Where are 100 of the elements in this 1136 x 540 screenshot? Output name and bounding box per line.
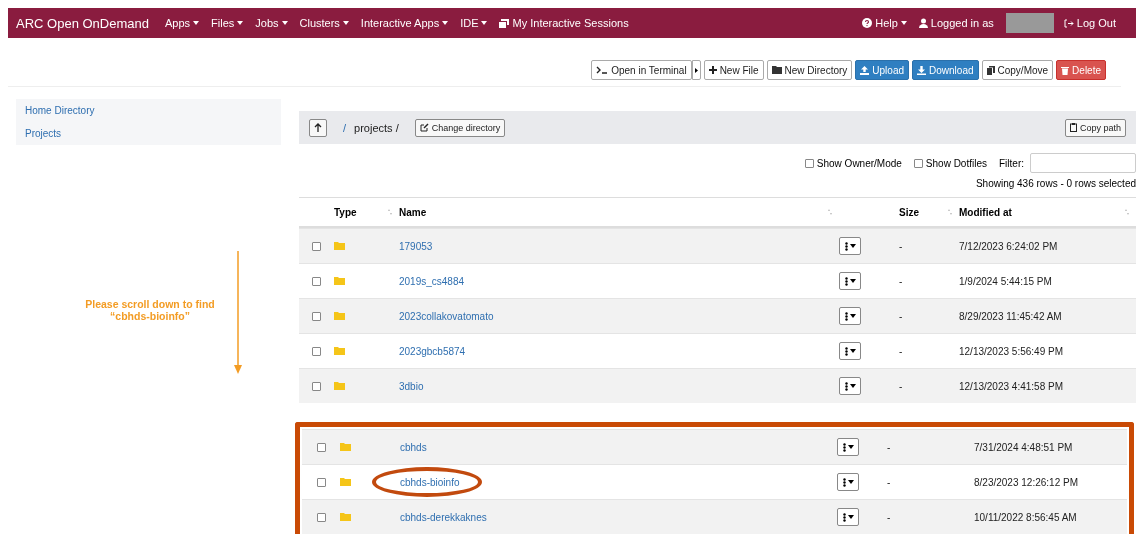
table-row[interactable]: 179053 - 7/12/2023 6:24:02 PM — [299, 228, 1136, 263]
nav-menu[interactable]: Jobs — [255, 17, 288, 29]
toolbar-button[interactable]: Download — [912, 60, 979, 80]
toolbar-button[interactable]: Delete — [1056, 60, 1106, 80]
modified-cell-text: 1/9/2024 5:44:15 PM — [959, 275, 1053, 287]
copy-path-button[interactable]: Copy path — [1064, 118, 1126, 137]
help-icon — [862, 18, 873, 28]
edit-icon — [419, 123, 429, 132]
table-row[interactable]: cbhds-derekkaknes - 10/11/2022 8:56:45 AM — [302, 499, 1127, 534]
actions-button[interactable] — [839, 272, 861, 290]
size-cell-text: - — [887, 511, 892, 523]
up-button[interactable] — [309, 118, 327, 137]
sidebar-link[interactable]: Projects — [16, 122, 281, 145]
brand-link[interactable]: ARC Open OnDemand — [16, 15, 149, 31]
column-header[interactable]: Name — [399, 206, 839, 218]
windows-icon — [499, 18, 510, 28]
rows-summary: Showing 436 rows - 0 rows selected — [299, 178, 1136, 198]
actions-button[interactable] — [839, 307, 861, 325]
kebab-icon — [844, 276, 848, 286]
nav-menu[interactable]: Interactive Apps — [360, 17, 449, 29]
kebab-icon — [842, 512, 846, 522]
actions-button[interactable] — [837, 438, 859, 456]
caret-icon — [193, 21, 200, 25]
filter-field[interactable] — [1030, 153, 1136, 173]
path-text: projects / — [354, 121, 399, 134]
folder-icon — [334, 312, 345, 320]
dropdown-toggle[interactable] — [691, 60, 701, 80]
folder-link[interactable]: 3dbio — [399, 380, 424, 392]
actions-button[interactable] — [839, 237, 861, 255]
copy-icon — [986, 65, 995, 75]
folder-link[interactable]: cbhds — [400, 441, 427, 453]
nav-menu[interactable]: Files — [211, 17, 244, 29]
redacted-username — [1005, 13, 1054, 33]
table-row[interactable]: cbhds-bioinfo - 8/23/2023 12:26:12 PM — [302, 464, 1127, 499]
toolbar-button[interactable]: Open in Terminal — [591, 60, 692, 80]
folder-link[interactable]: 2023collakovatomato — [399, 310, 494, 322]
caret-icon — [847, 480, 854, 484]
actions-button[interactable] — [839, 377, 861, 395]
actions-button[interactable] — [837, 473, 859, 491]
row-checkbox[interactable] — [312, 311, 321, 321]
column-header[interactable]: Type — [334, 206, 399, 218]
kebab-icon — [842, 477, 846, 487]
folder-link[interactable]: 2023gbcb5874 — [399, 345, 466, 357]
folder-link[interactable]: cbhds-bioinfo — [400, 476, 460, 488]
path-root-link[interactable]: / — [343, 121, 347, 134]
size-cell-text: - — [899, 380, 904, 392]
caret-icon — [849, 314, 856, 318]
kebab-icon — [842, 442, 846, 452]
row-checkbox[interactable] — [312, 276, 321, 286]
terminal-icon — [596, 66, 609, 74]
size-cell-text: - — [887, 441, 892, 453]
sidebar-link[interactable]: Home Directory — [16, 99, 281, 122]
modified-cell-text: 12/13/2023 5:56:49 PM — [959, 345, 1064, 357]
change-directory-button[interactable]: Change directory — [414, 118, 506, 137]
plus-icon — [708, 66, 717, 74]
option-checkbox[interactable]: Show Dotfiles — [913, 157, 987, 169]
actions-button[interactable] — [839, 342, 861, 360]
table-row[interactable]: cbhds - 7/31/2024 4:48:51 PM — [302, 429, 1127, 464]
size-cell-text: - — [887, 476, 892, 488]
nav-menu[interactable]: My Interactive Sessions — [499, 17, 629, 29]
row-checkbox[interactable] — [316, 442, 326, 452]
folder-plus-icon — [771, 66, 782, 74]
column-header[interactable]: Size — [899, 206, 959, 218]
logout-link[interactable]: Log Out — [1063, 17, 1116, 29]
actions-button[interactable] — [837, 508, 859, 526]
folder-link[interactable]: 179053 — [399, 240, 433, 252]
caret-icon — [237, 21, 244, 25]
logout-icon — [1063, 18, 1074, 28]
table-row[interactable]: 2023collakovatomato - 8/29/2023 11:45:42 AM — [299, 298, 1136, 333]
folder-icon — [340, 478, 351, 486]
folder-icon — [340, 443, 351, 451]
folder-link[interactable]: cbhds-derekkaknes — [400, 511, 487, 523]
table-row[interactable]: 3dbio - 12/13/2023 4:41:58 PM — [299, 368, 1136, 403]
row-checkbox[interactable] — [312, 381, 321, 391]
row-checkbox[interactable] — [312, 346, 321, 356]
row-checkbox[interactable] — [316, 477, 326, 487]
up-arrow-icon — [314, 123, 322, 132]
folder-icon — [340, 513, 351, 521]
caret-icon — [900, 21, 907, 25]
nav-menu[interactable]: Clusters — [299, 17, 349, 29]
row-checkbox[interactable] — [316, 512, 326, 522]
row-checkbox[interactable] — [312, 241, 321, 251]
user-label: Logged in as — [918, 17, 994, 29]
toolbar-button[interactable]: New Directory — [766, 60, 853, 80]
toolbar-button[interactable]: New File — [703, 60, 764, 80]
caret-icon — [847, 445, 854, 449]
modified-cell-text: 10/11/2022 8:56:45 AM — [974, 511, 1078, 523]
folder-link[interactable]: 2019s_cs4884 — [399, 275, 465, 287]
nav-menu[interactable]: Apps — [164, 17, 200, 29]
help-menu[interactable]: Help — [862, 17, 907, 29]
column-header[interactable]: Modified at — [959, 206, 1136, 218]
toolbar-button[interactable]: Upload — [855, 60, 910, 80]
kebab-icon — [844, 381, 848, 391]
nav-menu[interactable]: IDE — [460, 17, 488, 29]
clipboard-icon — [1069, 123, 1077, 132]
toolbar-button[interactable]: Copy/Move — [981, 60, 1054, 80]
option-checkbox[interactable]: Show Owner/Mode — [804, 157, 902, 169]
user-icon — [918, 18, 928, 28]
size-cell-text: - — [899, 345, 904, 357]
size-cell-text: - — [899, 240, 904, 252]
